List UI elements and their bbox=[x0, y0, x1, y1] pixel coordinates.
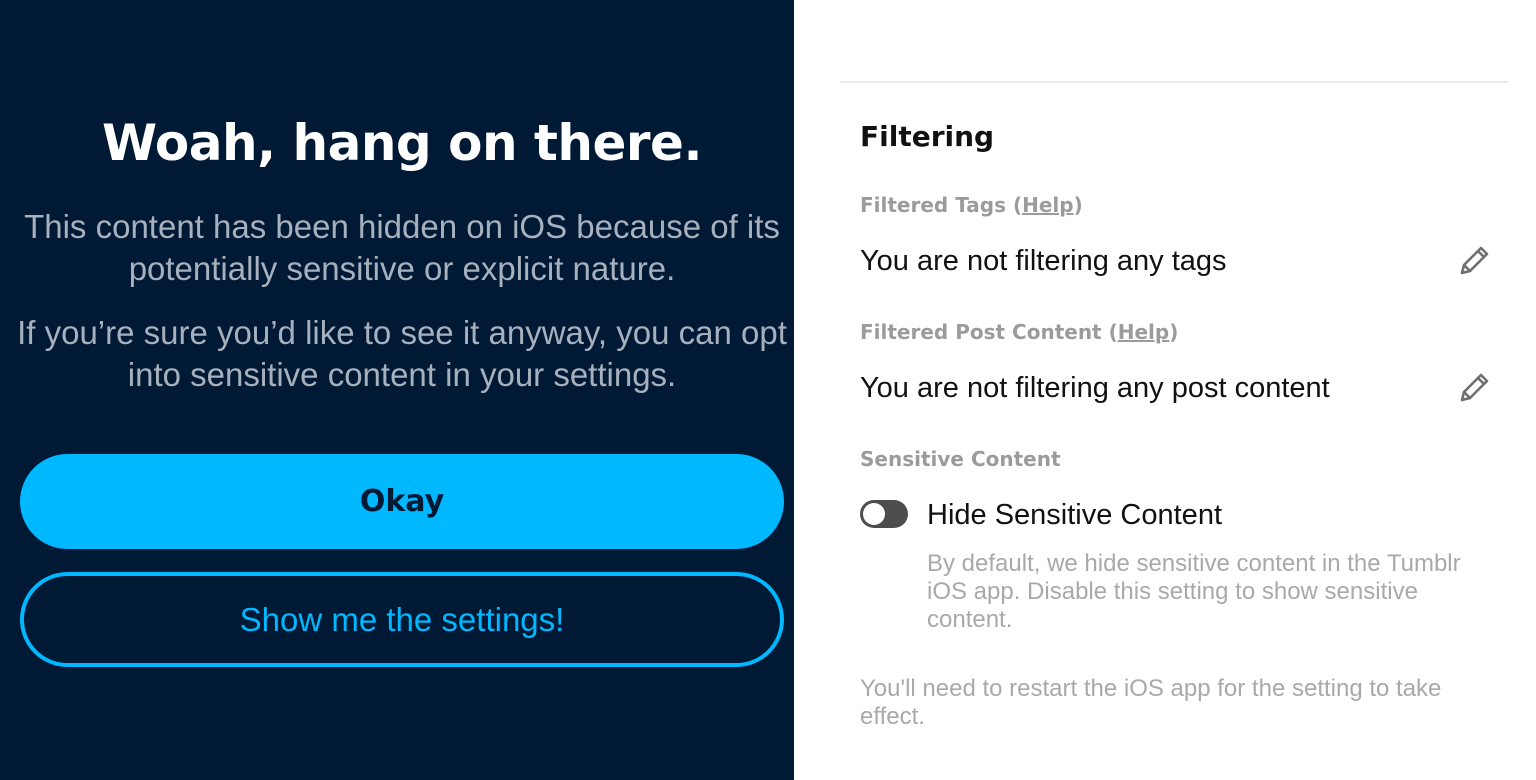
filtered-post-content-help-link[interactable]: Help bbox=[1118, 320, 1169, 344]
filtered-post-content-label-text: Filtered Post Content bbox=[860, 320, 1102, 344]
filtering-settings-panel: Filtering Filtered Tags (Help) You are n… bbox=[794, 0, 1536, 780]
sensitive-content-dialog: Woah, hang on there. This content has be… bbox=[0, 0, 794, 780]
toggle-knob bbox=[863, 503, 885, 525]
sensitive-content-description: By default, we hide sensitive content in… bbox=[927, 550, 1461, 633]
sensitive-content-label: Sensitive Content bbox=[860, 447, 1061, 471]
dialog-title: Woah, hang on there. bbox=[102, 114, 702, 172]
screenshot: Woah, hang on there. This content has be… bbox=[0, 0, 1536, 780]
restart-note: You'll need to restart the iOS app for t… bbox=[860, 675, 1442, 730]
filtered-tags-label-text: Filtered Tags bbox=[860, 193, 1006, 217]
pencil-icon[interactable] bbox=[1454, 241, 1494, 281]
filtered-tags-label: Filtered Tags (Help) bbox=[860, 193, 1083, 217]
okay-button[interactable]: Okay bbox=[20, 454, 784, 549]
dialog-paragraph-opt-in: If you’re sure you’d like to see it anyw… bbox=[17, 314, 787, 393]
pencil-icon[interactable] bbox=[1454, 368, 1494, 408]
hide-sensitive-content-label[interactable]: Hide Sensitive Content bbox=[927, 499, 1222, 532]
filtered-tags-value: You are not filtering any tags bbox=[860, 245, 1227, 277]
dialog-paragraph-hidden: This content has been hidden on iOS beca… bbox=[24, 208, 780, 287]
divider bbox=[840, 81, 1508, 83]
filtered-tags-help-link[interactable]: Help bbox=[1022, 193, 1073, 217]
filtered-post-content-value: You are not filtering any post content bbox=[860, 372, 1330, 404]
section-title: Filtering bbox=[860, 120, 995, 153]
filtered-post-content-label: Filtered Post Content (Help) bbox=[860, 320, 1179, 344]
hide-sensitive-content-toggle[interactable] bbox=[860, 500, 908, 528]
show-settings-button[interactable]: Show me the settings! bbox=[20, 572, 784, 667]
